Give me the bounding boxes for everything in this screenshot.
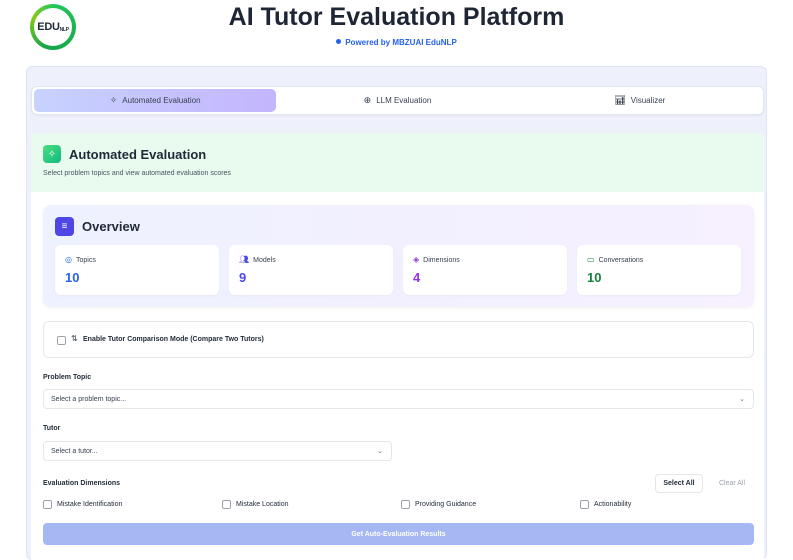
stat-models: 👥︎ Models 9 [229,245,393,295]
panel-title: Automated Evaluation [69,147,207,162]
target-icon: ◎ [65,255,72,264]
chevron-down-icon: ⌄ [739,396,745,403]
panel-description: Select problem topics and view automated… [43,170,231,177]
swap-icon: ⇅ [71,334,78,343]
main-container: ✧ Automated Evaluation ⊕ LLM Evaluation … [26,66,767,560]
tutor-select[interactable]: Select a tutor... ⌄ [43,441,392,461]
sparkle-icon: ✧ [109,95,118,105]
database-icon: ≡ [55,217,74,236]
dimension-checkbox[interactable] [43,500,52,509]
automated-evaluation-panel: ✧ Automated Evaluation Select problem to… [31,133,764,560]
brain-icon: ⊕ [363,95,372,105]
stat-dimensions: ◈ Dimensions 4 [403,245,567,295]
layers-icon: ◈ [413,255,420,264]
problem-topic-label: Problem Topic [43,374,92,381]
dimension-checkbox[interactable] [222,500,231,509]
comparison-checkbox[interactable] [57,336,66,345]
tab-visualizer[interactable]: 📊︎ Visualizer [519,89,761,112]
select-all-button[interactable]: Select All [655,474,703,493]
comparison-mode-toggle[interactable]: ⇅ Enable Tutor Comparison Mode (Compare … [43,321,754,358]
sparkle-icon: ✧ [43,145,61,163]
stat-topics: ◎ Topics 10 [55,245,219,295]
tab-automated-evaluation[interactable]: ✧ Automated Evaluation [34,89,277,112]
overview-title: Overview [82,219,140,234]
dimension-checkbox[interactable] [401,500,410,509]
bar-chart-icon: 📊︎ [614,95,626,105]
comparison-label: Enable Tutor Comparison Mode (Compare Tw… [83,336,264,343]
dimension-actionability[interactable]: Actionability [580,500,631,509]
stat-conversations: ▭ Conversations 10 [577,245,741,295]
dimension-providing-guidance[interactable]: Providing Guidance [401,500,476,509]
chevron-down-icon: ⌄ [377,448,383,455]
stat-value-conversations: 10 [587,270,602,285]
get-auto-evaluation-button[interactable]: Get Auto-Evaluation Results [43,523,754,545]
stat-value-models: 9 [239,270,247,285]
problem-topic-select[interactable]: Select a problem topic... ⌄ [43,389,754,409]
tab-llm-evaluation[interactable]: ⊕ LLM Evaluation [276,89,518,112]
dimension-mistake-location[interactable]: Mistake Location [222,500,289,509]
dot-icon [336,39,342,45]
dimension-mistake-identification[interactable]: Mistake Identification [43,500,122,509]
evaluation-dimensions-label: Evaluation Dimensions [43,480,121,487]
tab-bar: ✧ Automated Evaluation ⊕ LLM Evaluation … [31,86,764,115]
panel-header: ✧ Automated Evaluation Select problem to… [31,133,764,192]
stat-value-dimensions: 4 [413,270,421,285]
stat-value-topics: 10 [65,270,80,285]
page-title: AI Tutor Evaluation Platform [228,3,565,31]
users-icon: 👥︎ [239,255,250,264]
chat-icon: ▭ [587,255,595,264]
overview-card: ≡ Overview ◎ Topics 10 👥︎ Models 9 ◈ Dimens… [43,205,754,307]
clear-all-button[interactable]: Clear All [711,474,753,493]
tutor-label: Tutor [43,425,61,432]
dimension-checkbox[interactable] [580,500,589,509]
page-subtitle: Powered by MBZUAI EduNLP [0,38,793,47]
